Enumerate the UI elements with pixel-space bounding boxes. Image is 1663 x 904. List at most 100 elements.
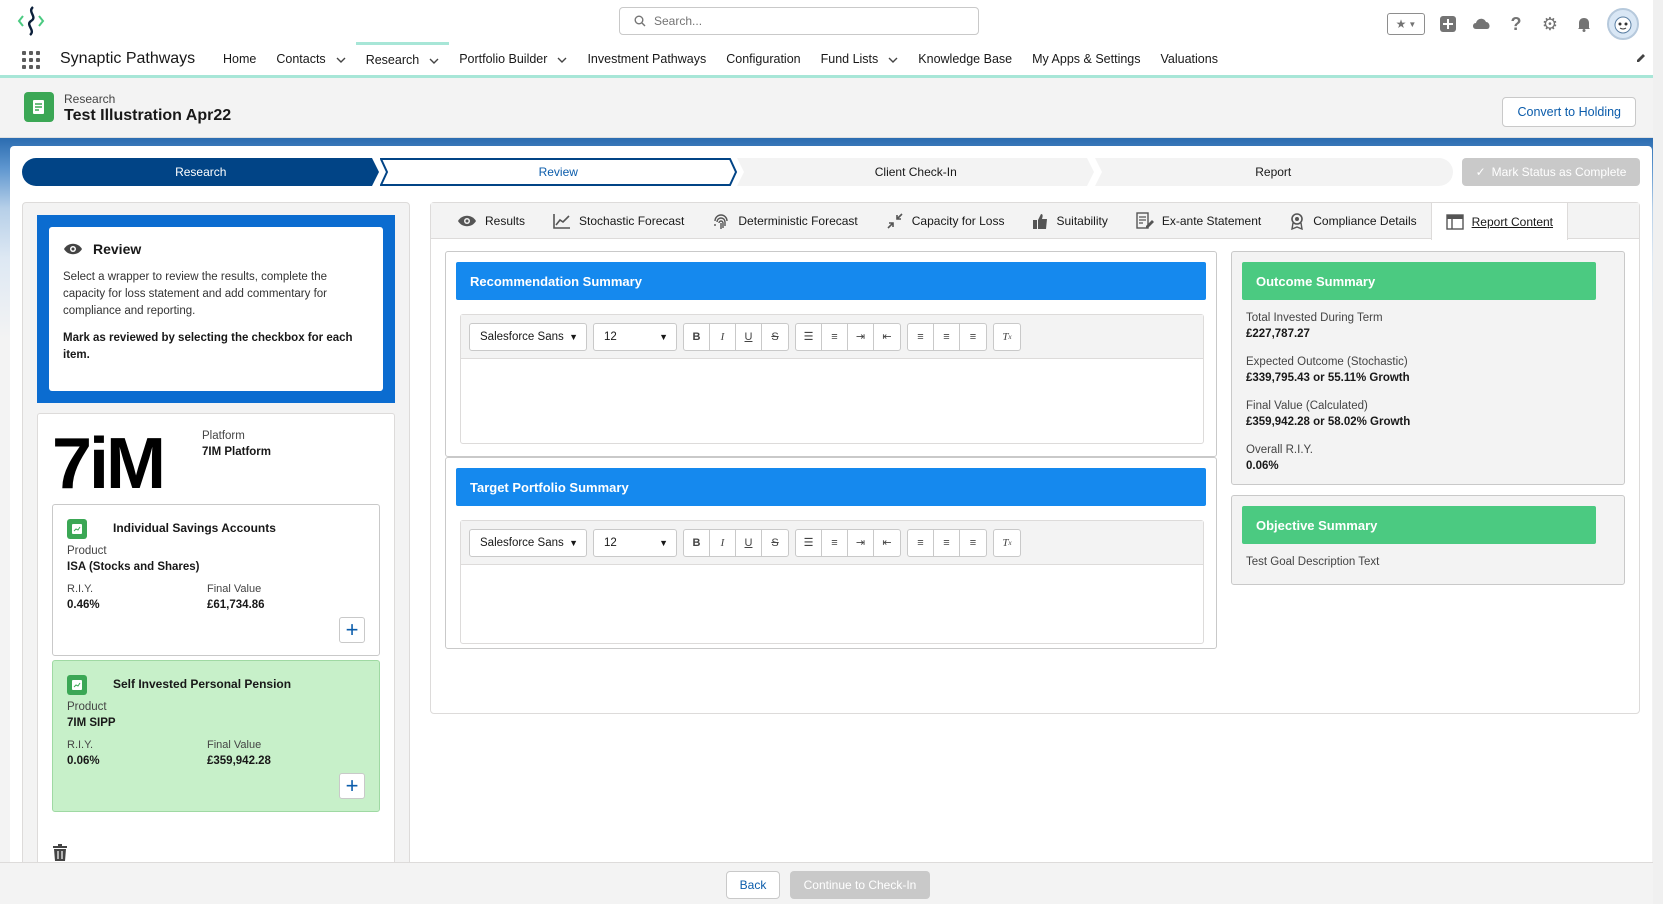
- tab-results[interactable]: Results: [443, 203, 539, 239]
- favorites-button[interactable]: ★ ▼: [1387, 13, 1425, 35]
- align-center-icon[interactable]: ≡: [934, 323, 960, 350]
- chevron-down-icon[interactable]: [429, 53, 439, 67]
- review-description: Select a wrapper to review the results, …: [63, 271, 327, 317]
- tab-capacity-for-loss[interactable]: Capacity for Loss: [872, 203, 1019, 239]
- riy-label: R.I.Y.: [67, 583, 94, 595]
- nav-item-my-apps-settings[interactable]: My Apps & Settings: [1022, 42, 1150, 75]
- trailhead-cloud-icon[interactable]: [1471, 13, 1493, 35]
- tab-stochastic-forecast[interactable]: Stochastic Forecast: [539, 203, 698, 239]
- align-left-icon[interactable]: ≡: [908, 529, 934, 556]
- user-avatar[interactable]: [1607, 8, 1639, 40]
- chevron-down-icon[interactable]: [888, 52, 898, 66]
- status-path: Research Review Client Check-In Report: [22, 158, 1453, 186]
- path-step-label: Research: [175, 165, 227, 179]
- nav-item-label: Investment Pathways: [587, 51, 707, 66]
- tab-suitability[interactable]: Suitability: [1018, 203, 1121, 239]
- bullet-list-icon[interactable]: ☰: [796, 529, 822, 556]
- nav-item-portfolio-builder[interactable]: Portfolio Builder: [449, 42, 577, 75]
- final-value: £359,942.28: [207, 755, 271, 767]
- underline-button[interactable]: U: [736, 529, 762, 556]
- help-icon[interactable]: ?: [1505, 13, 1527, 35]
- nav-item-knowledge-base[interactable]: Knowledge Base: [908, 42, 1022, 75]
- outdent-icon[interactable]: ⇤: [874, 324, 900, 350]
- italic-button[interactable]: I: [710, 529, 736, 556]
- final-value-label: Final Value: [207, 583, 262, 595]
- chevron-down-icon[interactable]: [336, 52, 346, 66]
- navigation-bar: Synaptic Pathways Home Contacts Research Po…: [0, 42, 1663, 78]
- editor-toolbar: Salesforce Sans ▼ 12 ▼ BIUS ☰ ≡ ⇥ ⇤ ≡ ≡ ≡ Tx: [461, 521, 1203, 565]
- wrapper-card-sipp[interactable]: Self Invested Personal Pension Product 7…: [52, 660, 380, 812]
- add-wrapper-button[interactable]: +: [339, 617, 365, 643]
- indent-icon[interactable]: ⇥: [848, 323, 874, 350]
- record-title: Test Illustration Apr22: [64, 107, 232, 124]
- continue-to-check-in-button[interactable]: Continue to Check-In: [790, 871, 930, 899]
- nav-item-valuations[interactable]: Valuations: [1151, 42, 1228, 75]
- nav-item-home[interactable]: Home: [213, 42, 266, 75]
- align-right-icon[interactable]: ≡: [960, 530, 986, 556]
- align-left-icon[interactable]: ≡: [908, 323, 934, 350]
- align-right-icon[interactable]: ≡: [960, 324, 986, 350]
- gear-icon[interactable]: ⚙: [1539, 13, 1561, 35]
- font-family-select[interactable]: Salesforce Sans ▼: [469, 528, 587, 557]
- font-size-select[interactable]: 12 ▼: [593, 528, 677, 557]
- font-size-select[interactable]: 12 ▼: [593, 322, 677, 351]
- wrapper-title: Individual Savings Accounts: [113, 521, 276, 535]
- nav-item-fund-lists[interactable]: Fund Lists: [811, 42, 909, 75]
- tab-ex-ante-statement[interactable]: Ex-ante Statement: [1122, 203, 1275, 239]
- align-center-icon[interactable]: ≡: [934, 529, 960, 556]
- outdent-icon[interactable]: ⇤: [874, 530, 900, 556]
- font-size-value: 12: [604, 536, 617, 549]
- strikethrough-button[interactable]: S: [762, 324, 788, 350]
- app-launcher-icon[interactable]: [22, 51, 40, 69]
- nav-item-research[interactable]: Research: [355, 42, 450, 75]
- numbered-list-icon[interactable]: ≡: [822, 323, 848, 350]
- recommendation-editor: Salesforce Sans ▼ 12 ▼ BIUS ☰ ≡ ⇥ ⇤ ≡ ≡ ≡ Tx: [460, 314, 1204, 444]
- add-wrapper-button[interactable]: +: [339, 773, 365, 799]
- bell-icon[interactable]: [1573, 13, 1595, 35]
- global-create-icon[interactable]: [1437, 13, 1459, 35]
- tab-deterministic-forecast[interactable]: Deterministic Forecast: [698, 203, 871, 239]
- nav-item-label: My Apps & Settings: [1032, 51, 1141, 66]
- path-step-review[interactable]: Review: [379, 158, 738, 186]
- page-scrollbar[interactable]: [1653, 0, 1663, 904]
- strikethrough-button[interactable]: S: [762, 530, 788, 556]
- path-step-research[interactable]: Research: [22, 158, 380, 186]
- path-step-client-check-in[interactable]: Client Check-In: [737, 158, 1095, 186]
- tab-bar: Results Stochastic Forecast Deterministic …: [431, 203, 1639, 240]
- recommendation-text-area[interactable]: [461, 359, 1203, 443]
- wrapper-chart-icon: [67, 519, 87, 539]
- numbered-list-icon[interactable]: ≡: [822, 529, 848, 556]
- indent-icon[interactable]: ⇥: [848, 529, 874, 556]
- clear-formatting-icon[interactable]: Tx: [994, 324, 1020, 350]
- italic-button[interactable]: I: [710, 323, 736, 350]
- mark-status-complete-button[interactable]: ✓ Mark Status as Complete: [1462, 158, 1640, 186]
- underline-button[interactable]: U: [736, 323, 762, 350]
- recommendation-summary-section: Recommendation Summary Salesforce Sans ▼ …: [445, 251, 1217, 457]
- wrapper-card-isa[interactable]: Individual Savings Accounts Product ISA …: [52, 504, 380, 656]
- platform-logo: 7iM: [52, 424, 166, 504]
- edit-nav-icon[interactable]: [1635, 52, 1647, 67]
- nav-item-configuration[interactable]: Configuration: [716, 42, 810, 75]
- tab-report-content[interactable]: Report Content: [1430, 203, 1569, 240]
- tab-compliance-details[interactable]: Compliance Details: [1275, 203, 1430, 239]
- product-value: 7IM SIPP: [67, 717, 116, 729]
- back-button[interactable]: Back: [726, 871, 780, 899]
- riy-label: R.I.Y.: [67, 739, 94, 751]
- convert-to-holding-button[interactable]: Convert to Holding: [1502, 97, 1636, 127]
- chevron-down-icon: ▼: [1408, 19, 1417, 29]
- font-family-select[interactable]: Salesforce Sans ▼: [469, 322, 587, 351]
- details-panel: Results Stochastic Forecast Deterministic …: [430, 202, 1640, 714]
- path-step-report[interactable]: Report: [1094, 158, 1453, 186]
- bold-button[interactable]: B: [684, 529, 710, 556]
- search-icon: [634, 15, 646, 27]
- bold-button[interactable]: B: [684, 323, 710, 350]
- nav-item-contacts[interactable]: Contacts: [266, 42, 355, 75]
- chevron-down-icon[interactable]: [557, 52, 567, 66]
- nav-item-investment-pathways[interactable]: Investment Pathways: [577, 42, 716, 75]
- clear-formatting-icon[interactable]: Tx: [994, 530, 1020, 556]
- caret-down-icon: ▼: [569, 331, 578, 342]
- global-search-input[interactable]: Search...: [619, 7, 979, 35]
- bullet-list-icon[interactable]: ☰: [796, 323, 822, 350]
- app-logo-icon[interactable]: [14, 4, 48, 38]
- target-portfolio-text-area[interactable]: [461, 565, 1203, 643]
